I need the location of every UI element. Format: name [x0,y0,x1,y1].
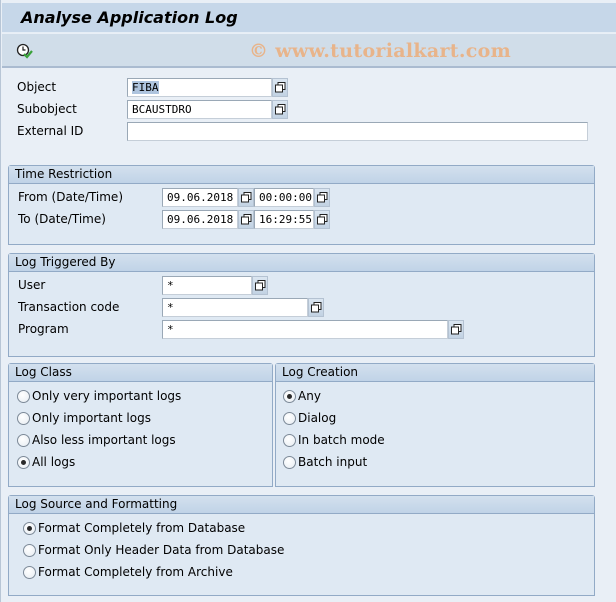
search-help-icon [317,214,328,225]
log-source-option-complete-archive[interactable]: Format Completely from Archive [23,564,233,580]
transaction-code-label: Transaction code [18,300,120,314]
from-time-input[interactable]: 00:00:00 [254,188,314,207]
time-restriction-title: Time Restriction [9,166,594,184]
log-class-option-less-important[interactable]: Also less important logs [17,432,176,448]
radio-button[interactable] [23,543,36,557]
user-search-help-button[interactable] [252,276,268,295]
radio-button[interactable] [283,455,296,469]
radio-button[interactable] [283,433,296,447]
to-date-search-help-button[interactable] [238,210,254,229]
log-class-option-very-important[interactable]: Only very important logs [17,388,181,404]
title-bar: Analyse Application Log [2,3,616,33]
log-creation-option-batch-mode[interactable]: In batch mode [283,432,385,448]
radio-button-selected[interactable] [17,455,30,469]
program-label: Program [18,322,69,336]
application-toolbar: © www.tutorialkart.com [2,34,616,68]
log-creation-option-any[interactable]: Any [283,388,321,404]
log-creation-title: Log Creation [276,364,594,382]
log-source-option-complete-database[interactable]: Format Completely from Database [23,520,245,536]
log-source-option-header-database[interactable]: Format Only Header Data from Database [23,542,284,558]
to-date-input[interactable]: 09.06.2018 [162,210,238,229]
radio-button[interactable] [23,565,36,579]
to-time-search-help-button[interactable] [314,210,330,229]
program-search-help-button[interactable] [448,320,464,339]
to-time-input[interactable]: 16:29:55 [254,210,314,229]
subobject-label: Subobject [17,102,77,116]
log-creation-option-dialog[interactable]: Dialog [283,410,336,426]
option-label: Any [298,389,321,403]
option-label: Dialog [298,411,337,425]
page-title: Analyse Application Log [21,8,238,27]
search-help-icon [275,104,286,115]
clock-execute-icon [16,43,33,59]
radio-button-selected[interactable] [283,389,296,403]
log-creation-option-batch-input[interactable]: Batch input [283,454,367,470]
user-input[interactable]: * [162,276,252,295]
user-label: User [18,278,46,292]
search-help-icon [241,214,252,225]
search-help-icon [317,192,328,203]
radio-button[interactable] [17,389,30,403]
log-source-title: Log Source and Formatting [9,496,594,514]
search-help-icon [311,302,322,313]
execute-button[interactable] [16,43,34,59]
option-label: In batch mode [298,433,385,447]
option-label: Also less important logs [32,433,176,447]
from-date-input[interactable]: 09.06.2018 [162,188,238,207]
radio-button[interactable] [283,411,296,425]
from-time-search-help-button[interactable] [314,188,330,207]
option-label: Only important logs [32,411,151,425]
log-class-option-all[interactable]: All logs [17,454,75,470]
window: Analyse Application Log © www.tutorialka… [0,0,616,602]
search-help-icon [451,324,462,335]
search-help-icon [275,82,286,93]
object-value: FIBA [132,81,159,94]
watermark: © www.tutorialkart.com [249,40,512,62]
option-label: Format Only Header Data from Database [38,543,285,557]
subobject-input[interactable]: BCAUSTDRO [127,100,272,119]
from-date-search-help-button[interactable] [238,188,254,207]
external-id-input[interactable] [127,122,588,141]
option-label: Format Completely from Archive [38,565,233,579]
object-input[interactable]: FIBA [127,78,272,97]
search-help-icon [255,280,266,291]
option-label: Batch input [298,455,368,469]
log-class-option-important[interactable]: Only important logs [17,410,151,426]
object-label: Object [17,80,57,94]
option-label: Only very important logs [32,389,182,403]
radio-button[interactable] [17,433,30,447]
option-label: Format Completely from Database [38,521,246,535]
log-class-title: Log Class [9,364,272,382]
option-label: All logs [32,455,76,469]
subobject-search-help-button[interactable] [272,100,288,119]
radio-button-selected[interactable] [23,521,36,535]
program-input[interactable]: * [162,320,448,339]
transaction-code-search-help-button[interactable] [308,298,324,317]
object-search-help-button[interactable] [272,78,288,97]
external-id-label: External ID [17,124,84,138]
search-help-icon [241,192,252,203]
radio-button[interactable] [17,411,30,425]
from-datetime-label: From (Date/Time) [18,190,123,204]
log-triggered-by-title: Log Triggered By [9,254,594,272]
transaction-code-input[interactable]: * [162,298,308,317]
to-datetime-label: To (Date/Time) [18,212,106,226]
